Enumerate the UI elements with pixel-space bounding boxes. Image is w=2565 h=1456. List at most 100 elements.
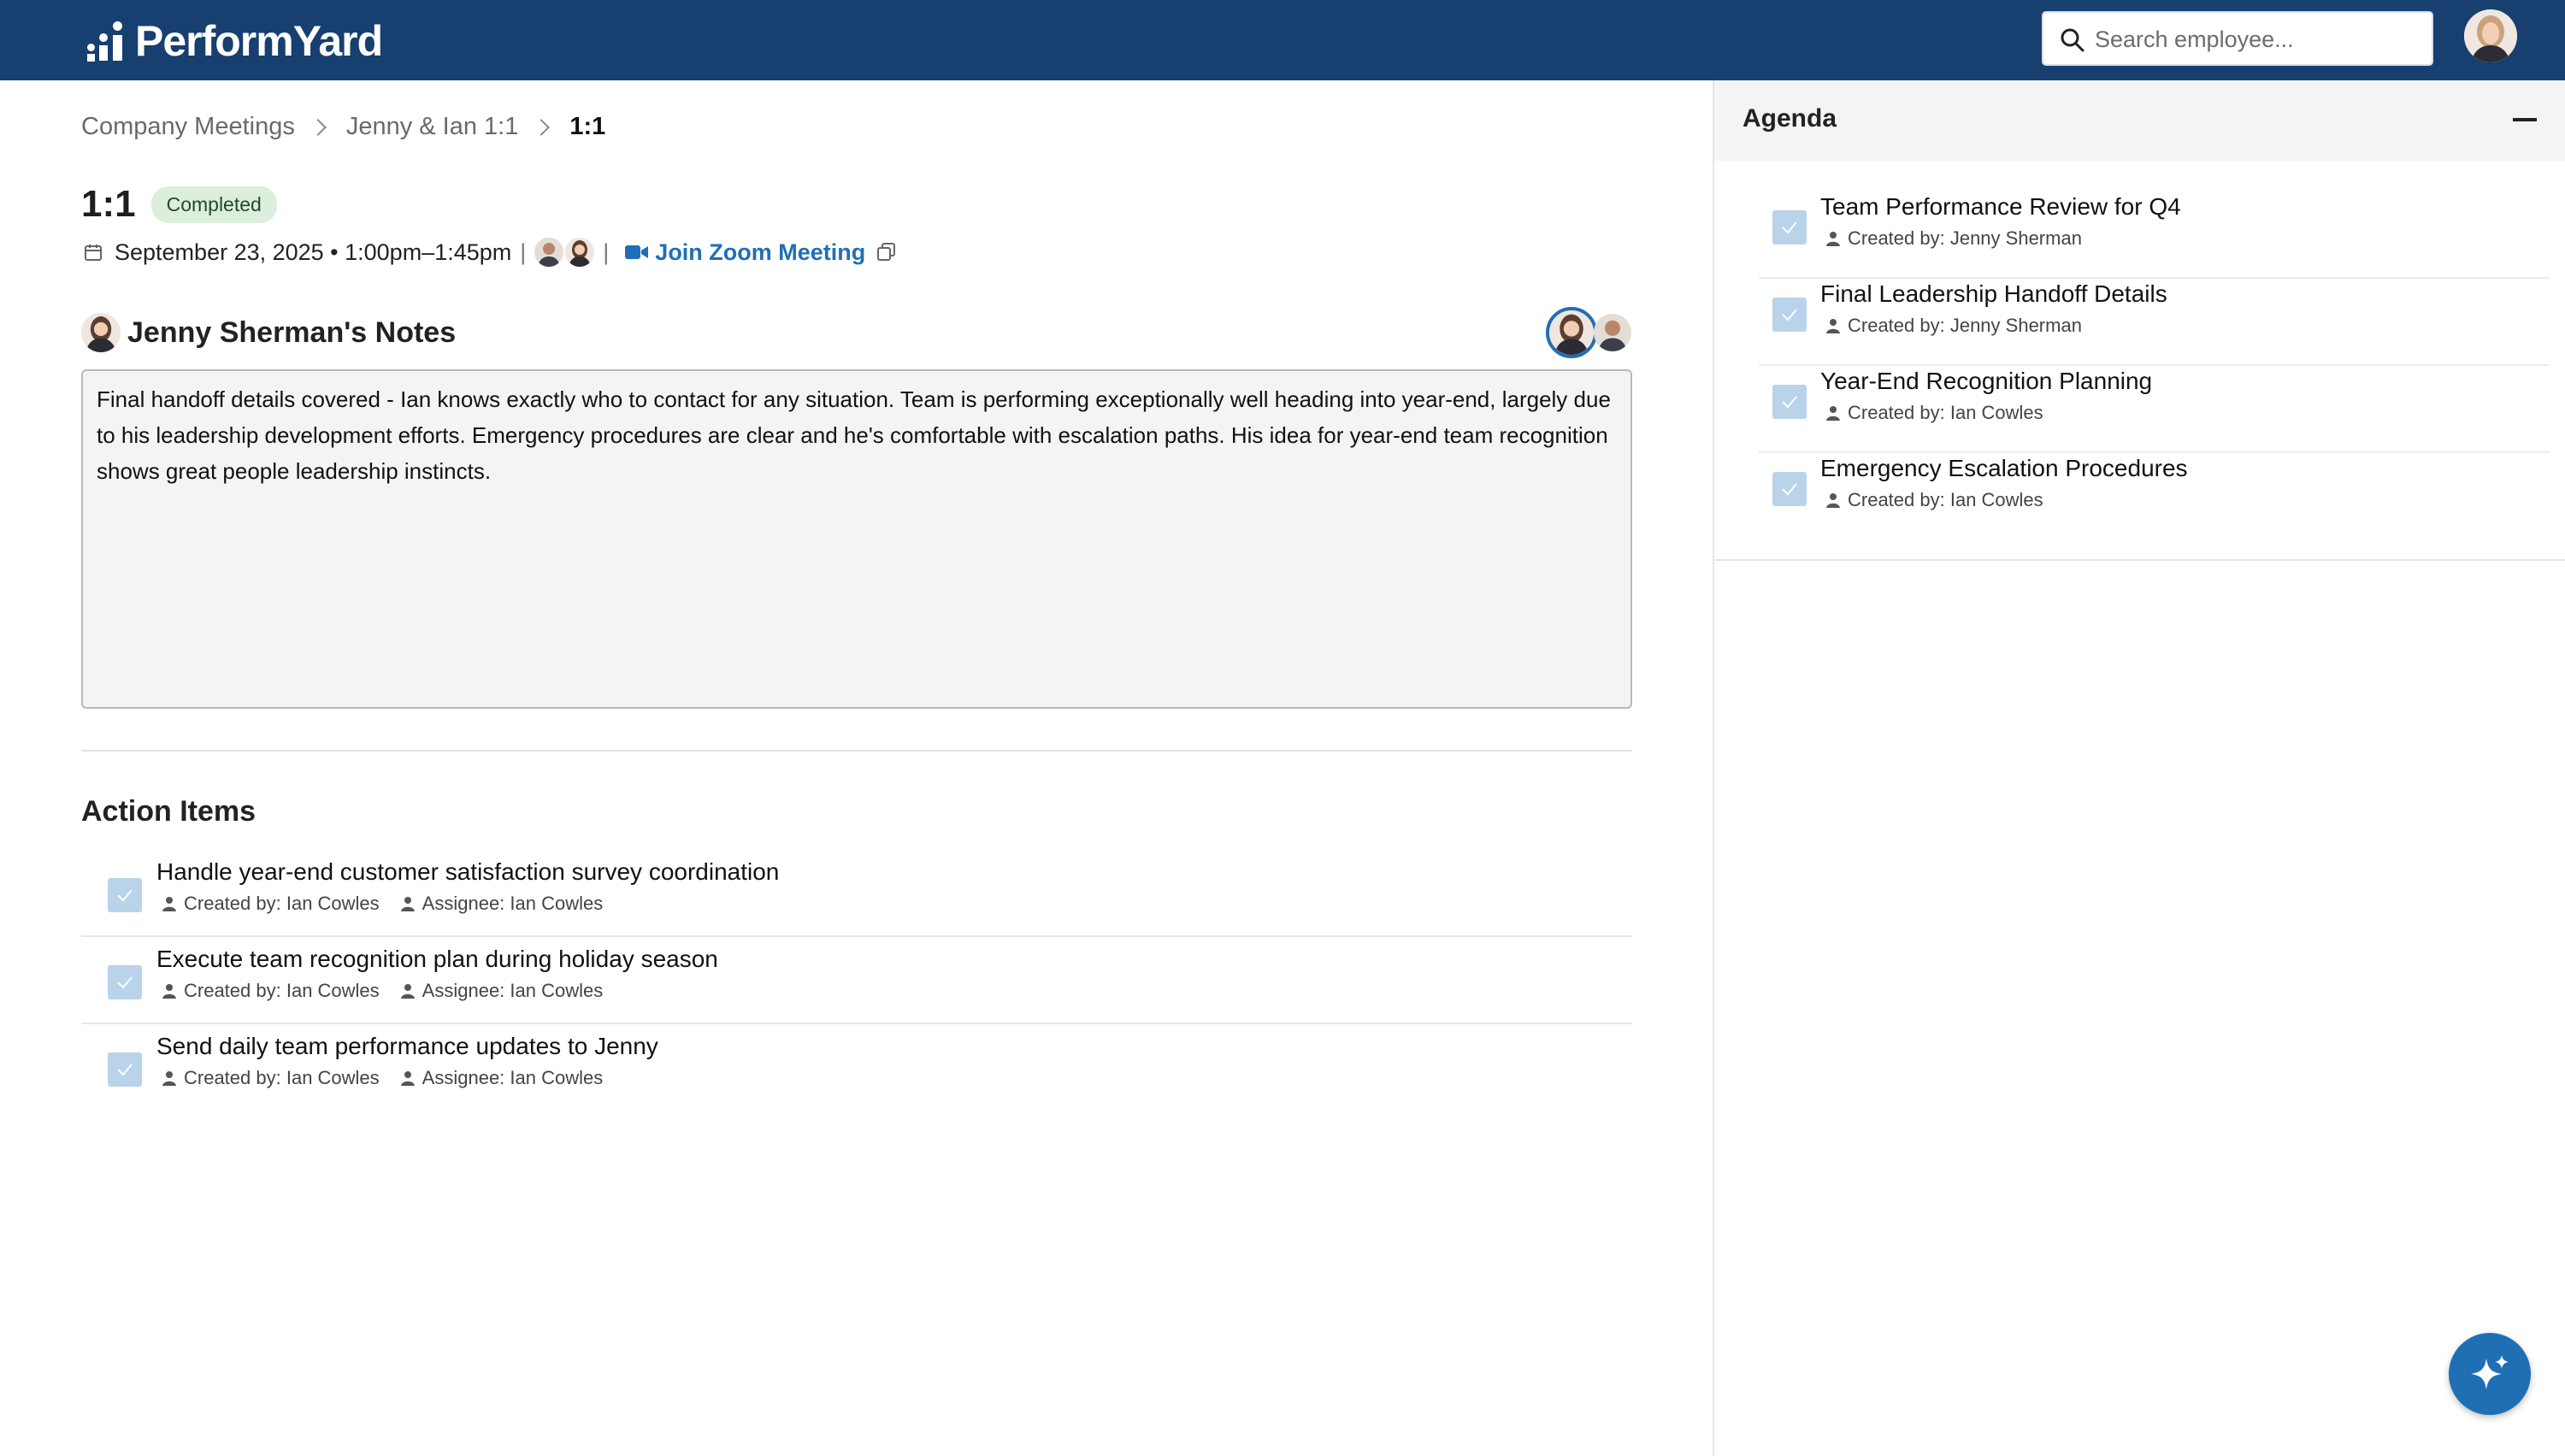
notes-avatar-jenny[interactable] <box>1546 307 1597 358</box>
action-item-assignee: Assignee: Ian Cowles <box>422 1067 604 1088</box>
check-icon <box>1782 309 1797 321</box>
agenda-header: Agenda <box>1714 80 2565 161</box>
action-item-title: Send daily team performance updates to J… <box>156 1033 658 1059</box>
action-item-meta: Created by: Ian Cowles Assignee: Ian Cow… <box>156 1067 603 1089</box>
notes-textarea[interactable]: Final handoff details covered - Ian know… <box>81 369 1632 709</box>
separator: | <box>520 239 527 265</box>
action-item: Send daily team performance updates to J… <box>81 1024 1632 1111</box>
status-badge: Completed <box>150 186 277 223</box>
action-items-list: Handle year-end customer satisfaction su… <box>81 850 1632 1111</box>
meeting-main-content: Company Meetings Jenny & Ian 1:1 1:1 1:1… <box>0 80 1713 1456</box>
notes-header: Jenny Sherman's Notes <box>81 313 456 352</box>
check-icon <box>1782 221 1797 234</box>
agenda-item-meta: Created by: Ian Cowles <box>1820 402 2043 424</box>
action-item-assignee: Assignee: Ian Cowles <box>422 893 604 914</box>
video-camera-icon <box>625 245 649 259</box>
separator: | <box>603 239 610 265</box>
search-icon <box>2061 28 2084 52</box>
ai-assistant-button[interactable] <box>2449 1333 2531 1415</box>
agenda-item: Emergency Escalation Procedures Created … <box>1759 453 2550 540</box>
agenda-item-title: Emergency Escalation Procedures <box>1820 455 2188 481</box>
agenda-title: Agenda <box>1742 104 1837 133</box>
action-item-assignee: Assignee: Ian Cowles <box>422 980 604 1001</box>
participant-avatar[interactable] <box>565 238 595 267</box>
notes-title: Jenny Sherman's Notes <box>127 315 457 349</box>
collapse-icon[interactable] <box>2513 118 2537 121</box>
agenda-item-creator: Created by: Jenny Sherman <box>1848 227 2082 249</box>
agenda-item-creator: Created by: Jenny Sherman <box>1848 315 2082 336</box>
action-item-checkbox[interactable] <box>108 878 142 912</box>
logo-bars-icon <box>87 21 127 62</box>
agenda-item-creator: Created by: Ian Cowles <box>1848 489 2043 510</box>
meeting-meta: September 23, 2025 • 1:00pm–1:45pm | | J… <box>84 238 898 267</box>
action-item: Handle year-end customer satisfaction su… <box>81 850 1632 937</box>
meeting-date-time: September 23, 2025 • 1:00pm–1:45pm <box>115 239 512 265</box>
check-icon <box>1782 483 1797 496</box>
agenda-item-meta: Created by: Ian Cowles <box>1820 489 2043 511</box>
breadcrumb: Company Meetings Jenny & Ian 1:1 1:1 <box>81 113 605 141</box>
breadcrumb-current: 1:1 <box>569 113 606 140</box>
agenda-item-title: Year-End Recognition Planning <box>1820 368 2153 394</box>
top-navigation-bar: PerformYard <box>0 0 2565 80</box>
person-icon <box>1826 319 1840 333</box>
person-icon <box>162 897 176 911</box>
check-icon <box>1782 396 1797 409</box>
section-divider <box>81 750 1632 752</box>
check-icon <box>117 889 133 902</box>
user-avatar[interactable] <box>2464 9 2517 62</box>
sparkles-icon <box>2471 1355 2509 1389</box>
person-icon <box>162 1071 176 1086</box>
person-icon <box>400 1071 415 1086</box>
agenda-list: Team Performance Review for Q4 Created b… <box>1714 192 2565 561</box>
agenda-item-meta: Created by: Jenny Sherman <box>1820 315 2082 337</box>
action-item-creator: Created by: Ian Cowles <box>184 980 380 1001</box>
chevron-right-icon <box>309 118 327 136</box>
person-icon <box>162 984 176 999</box>
person-icon <box>400 984 415 999</box>
person-icon <box>1826 406 1840 421</box>
notes-author-avatar <box>81 313 121 352</box>
check-icon <box>117 976 133 989</box>
copy-link-icon[interactable] <box>876 241 898 263</box>
agenda-item-checkbox[interactable] <box>1772 210 1807 245</box>
person-icon <box>1826 232 1840 246</box>
search-input[interactable] <box>2095 21 2420 57</box>
action-item-meta: Created by: Ian Cowles Assignee: Ian Cow… <box>156 980 603 1002</box>
employee-search[interactable] <box>2042 11 2433 66</box>
agenda-panel: Agenda Team Performance Review for Q4 Cr… <box>1713 80 2565 1456</box>
notes-avatar-ian[interactable] <box>1594 314 1631 351</box>
breadcrumb-jenny-ian[interactable]: Jenny & Ian 1:1 <box>346 113 519 141</box>
join-zoom-meeting-link[interactable]: Join Zoom Meeting <box>655 239 865 266</box>
action-item-creator: Created by: Ian Cowles <box>184 893 380 914</box>
page-title: 1:1 <box>81 183 136 225</box>
agenda-item: Year-End Recognition Planning Created by… <box>1759 366 2550 453</box>
performyard-logo[interactable]: PerformYard <box>87 17 383 65</box>
action-item-checkbox[interactable] <box>108 965 142 999</box>
agenda-item-checkbox[interactable] <box>1772 385 1807 419</box>
notes-author-switcher <box>1546 307 1631 358</box>
agenda-item-title: Final Leadership Handoff Details <box>1820 280 2167 307</box>
chevron-right-icon <box>533 118 551 136</box>
agenda-item-meta: Created by: Jenny Sherman <box>1820 227 2082 250</box>
person-icon <box>1826 493 1840 508</box>
action-item-creator: Created by: Ian Cowles <box>184 1067 380 1088</box>
action-items-heading: Action Items <box>81 795 256 828</box>
agenda-item-title: Team Performance Review for Q4 <box>1820 193 2181 220</box>
action-item-title: Handle year-end customer satisfaction su… <box>156 858 780 885</box>
agenda-item-checkbox[interactable] <box>1772 472 1807 506</box>
meeting-title-row: 1:1 Completed <box>81 183 277 226</box>
agenda-item-checkbox[interactable] <box>1772 298 1807 332</box>
person-icon <box>400 897 415 911</box>
participant-avatar[interactable] <box>534 238 564 267</box>
agenda-item-creator: Created by: Ian Cowles <box>1848 402 2043 423</box>
agenda-item: Final Leadership Handoff Details Created… <box>1759 279 2550 366</box>
brand-name: PerformYard <box>135 17 383 65</box>
action-item-meta: Created by: Ian Cowles Assignee: Ian Cow… <box>156 893 603 915</box>
agenda-item: Team Performance Review for Q4 Created b… <box>1759 192 2550 279</box>
check-icon <box>117 1064 133 1076</box>
action-item: Execute team recognition plan during hol… <box>81 937 1632 1024</box>
user-avatar-image <box>2464 9 2517 62</box>
action-item-checkbox[interactable] <box>108 1052 142 1087</box>
calendar-icon <box>85 245 102 261</box>
breadcrumb-company-meetings[interactable]: Company Meetings <box>81 113 295 141</box>
